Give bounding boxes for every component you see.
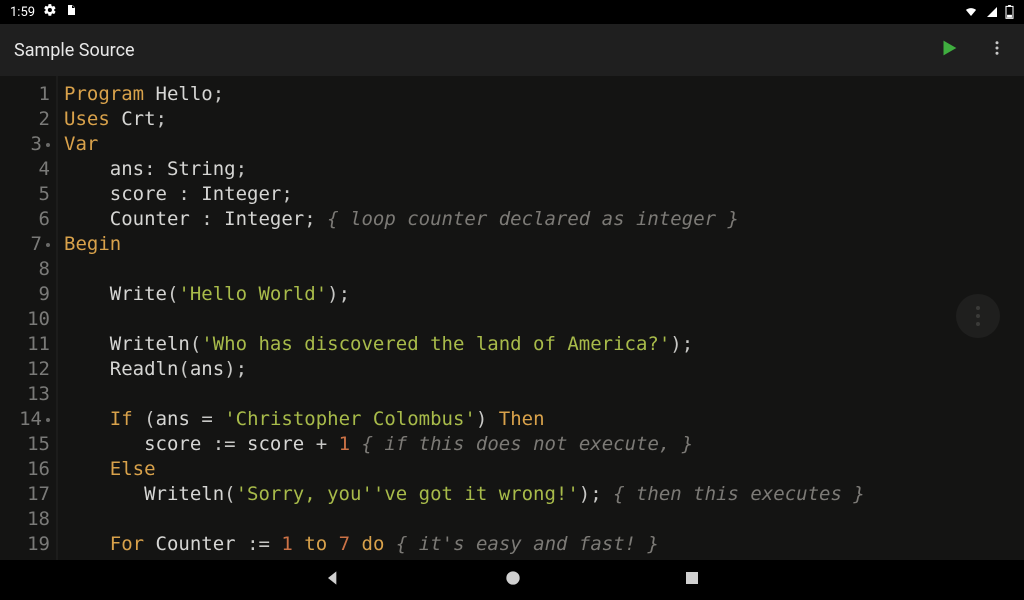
line-number: 15 (0, 432, 50, 457)
fold-indicator-icon[interactable] (46, 243, 50, 247)
app-title: Sample Source (14, 40, 135, 61)
code-line[interactable]: Writeln('Who has discovered the land of … (64, 332, 865, 357)
code-line[interactable]: score : Integer; (64, 182, 865, 207)
document-icon (65, 3, 77, 21)
editor-fab-button[interactable] (956, 294, 1000, 338)
status-bar: 1:59 (0, 0, 1024, 24)
wifi-icon (963, 6, 979, 18)
nav-recent-button[interactable] (683, 569, 701, 591)
code-line[interactable]: Else (64, 457, 865, 482)
line-number: 4 (0, 157, 50, 182)
code-editor[interactable]: 12345678910111213141516171819 Program He… (0, 76, 1024, 560)
fold-indicator-icon[interactable] (46, 143, 50, 147)
line-number: 7 (0, 232, 50, 257)
line-number: 6 (0, 207, 50, 232)
status-time: 1:59 (10, 5, 35, 20)
code-line[interactable]: For Counter := 1 to 7 do { it's easy and… (64, 532, 865, 557)
app-bar: Sample Source (0, 24, 1024, 76)
fold-indicator-icon[interactable] (46, 418, 50, 422)
code-line[interactable]: Program Hello; (64, 82, 865, 107)
code-line[interactable]: Begin (64, 232, 865, 257)
code-line[interactable] (64, 257, 865, 282)
code-line[interactable]: ans: String; (64, 157, 865, 182)
navigation-bar (0, 560, 1024, 600)
code-line[interactable] (64, 507, 865, 532)
status-left: 1:59 (10, 3, 77, 21)
line-number: 12 (0, 357, 50, 382)
line-number-gutter: 12345678910111213141516171819 (0, 76, 58, 560)
code-line[interactable]: score := score + 1 { if this does not ex… (64, 432, 865, 457)
line-number: 10 (0, 307, 50, 332)
code-line[interactable] (64, 382, 865, 407)
gear-icon (43, 3, 57, 21)
code-line[interactable]: Readln(ans); (64, 357, 865, 382)
line-number: 18 (0, 507, 50, 532)
signal-icon (985, 6, 999, 18)
code-line[interactable]: If (ans = 'Christopher Colombus') Then (64, 407, 865, 432)
line-number: 1 (0, 82, 50, 107)
line-number: 14 (0, 407, 50, 432)
app-actions (938, 37, 1010, 63)
run-button[interactable] (938, 37, 960, 63)
overflow-menu-button[interactable] (988, 37, 1006, 63)
nav-back-button[interactable] (323, 568, 343, 592)
battery-icon (1005, 5, 1014, 19)
line-number: 19 (0, 532, 50, 557)
line-number: 13 (0, 382, 50, 407)
nav-home-button[interactable] (503, 568, 523, 592)
line-number: 8 (0, 257, 50, 282)
code-line[interactable]: Uses Crt; (64, 107, 865, 132)
line-number: 17 (0, 482, 50, 507)
line-number: 2 (0, 107, 50, 132)
line-number: 11 (0, 332, 50, 357)
code-line[interactable]: Writeln('Sorry, you''ve got it wrong!');… (64, 482, 865, 507)
line-number: 5 (0, 182, 50, 207)
line-number: 3 (0, 132, 50, 157)
status-right (963, 5, 1014, 19)
code-line[interactable]: Counter : Integer; { loop counter declar… (64, 207, 865, 232)
code-line[interactable] (64, 307, 865, 332)
code-line[interactable]: Write('Hello World'); (64, 282, 865, 307)
line-number: 9 (0, 282, 50, 307)
line-number: 16 (0, 457, 50, 482)
code-content[interactable]: Program Hello;Uses Crt;Var ans: String; … (58, 76, 865, 560)
code-line[interactable]: Var (64, 132, 865, 157)
